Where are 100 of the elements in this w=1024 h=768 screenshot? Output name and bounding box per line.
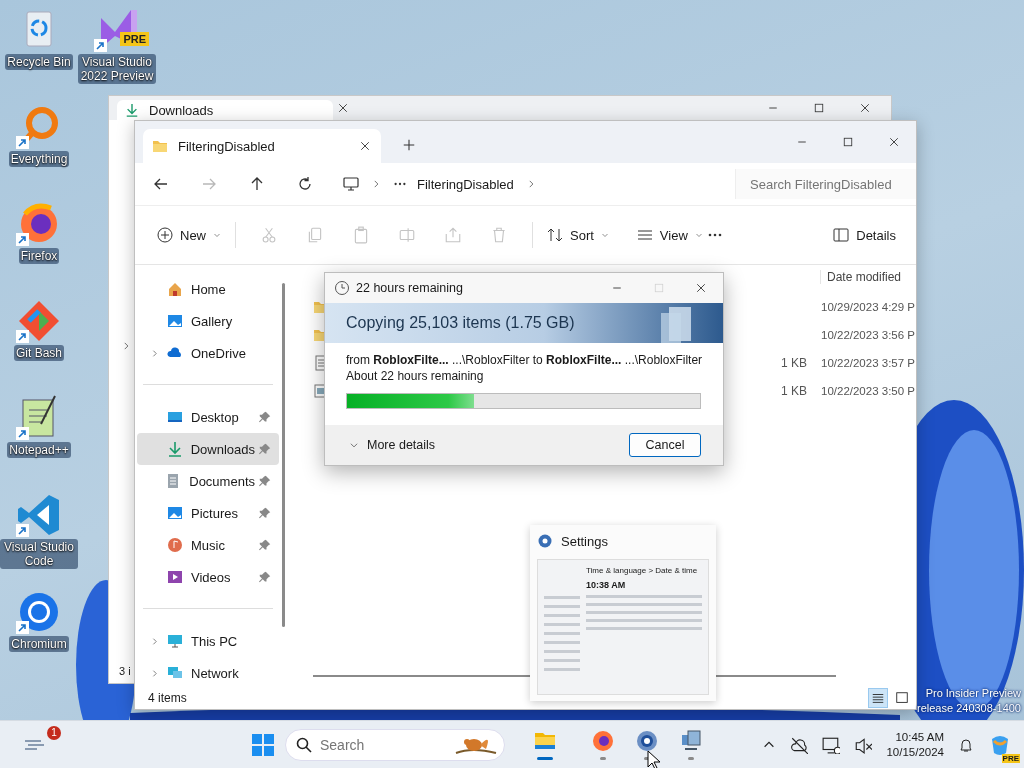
close-icon[interactable] bbox=[695, 282, 707, 294]
table-cell: 10/22/2023 3:50 P bbox=[821, 385, 916, 397]
start-icon[interactable] bbox=[251, 732, 275, 757]
preview-title: Settings bbox=[561, 533, 608, 549]
sidebar-item[interactable]: Music bbox=[137, 529, 279, 561]
dialog-title: 22 hours remaining bbox=[356, 281, 463, 295]
cancel-button[interactable]: Cancel bbox=[629, 433, 701, 457]
search-icon bbox=[296, 736, 312, 753]
gallery-icon bbox=[167, 313, 183, 329]
desktop-icon-label[interactable]: Firefox bbox=[18, 248, 60, 264]
table-cell-text: 1 KB bbox=[780, 356, 807, 370]
plus-icon[interactable] bbox=[402, 138, 416, 152]
close-icon[interactable] bbox=[359, 140, 371, 152]
desktop-icon-label[interactable]: Recycle Bin bbox=[5, 54, 73, 70]
caret-icon bbox=[694, 231, 703, 239]
details-button[interactable]: Details bbox=[829, 219, 900, 251]
sort-button[interactable]: Sort bbox=[543, 219, 613, 251]
clock[interactable]: 10:45 AM 10/15/2024 bbox=[886, 729, 944, 760]
monitor-icon[interactable] bbox=[822, 735, 841, 754]
search-bar[interactable]: Search bbox=[285, 728, 505, 761]
close-icon[interactable] bbox=[859, 102, 871, 114]
sort-icon bbox=[547, 227, 563, 243]
download-icon bbox=[166, 441, 183, 457]
list-icon bbox=[636, 227, 653, 243]
chevron-icon[interactable] bbox=[121, 341, 131, 351]
close-icon[interactable] bbox=[888, 136, 900, 148]
clock-icon bbox=[334, 280, 350, 296]
download-icon bbox=[125, 103, 139, 117]
watermark-text: Pro Insider Preview bbox=[925, 686, 1021, 701]
more-details-button[interactable]: More details bbox=[349, 438, 436, 452]
picture-icon bbox=[167, 505, 183, 521]
folder-icon bbox=[151, 138, 169, 154]
table-cell-text: 1 KB bbox=[780, 384, 807, 398]
desktop-icon-label[interactable]: Everything bbox=[8, 151, 70, 167]
cloud-off-icon[interactable] bbox=[790, 735, 809, 754]
window-tab[interactable]: FilteringDisabled bbox=[143, 129, 381, 163]
copy-status-text: About 22 hours remaining bbox=[346, 368, 485, 384]
sidebar-item[interactable]: Downloads bbox=[137, 433, 279, 465]
desktop-icon-label[interactable]: Notepad++ bbox=[7, 442, 71, 458]
details-view-icon bbox=[871, 691, 885, 705]
copy-path-text: from RobloxFilte... ...\RobloxFilter to RobloxFilte... ...\RobloxFilter bbox=[346, 352, 701, 368]
desktop-icon-label[interactable]: Git Bash bbox=[14, 345, 64, 361]
caret-icon bbox=[213, 231, 221, 239]
window-thumbnail[interactable]: Time & language > Date & time 10:38 AM bbox=[537, 559, 709, 695]
new-button[interactable]: New bbox=[153, 219, 225, 251]
caret-icon bbox=[349, 440, 359, 450]
wind-lines-icon bbox=[24, 739, 45, 750]
computer-icon bbox=[679, 729, 703, 753]
status-text: 3 i bbox=[119, 665, 131, 677]
sidebar-item[interactable]: OneDrive bbox=[137, 337, 279, 369]
sidebar-item[interactable]: Desktop bbox=[137, 401, 279, 433]
monitor-icon[interactable] bbox=[343, 176, 359, 192]
window-tab[interactable]: Downloads bbox=[117, 100, 333, 120]
desktop-icon-label[interactable]: Visual Studio Code bbox=[0, 539, 78, 569]
sidebar-item[interactable]: Network bbox=[137, 657, 279, 689]
table-cell: 10/22/2023 3:57 P bbox=[821, 357, 916, 369]
maximize-icon[interactable] bbox=[842, 136, 854, 148]
table-cell: 10/29/2023 4:29 P bbox=[821, 301, 916, 313]
caret-icon bbox=[600, 231, 609, 239]
thumbnail-text: 10:38 AM bbox=[586, 580, 627, 590]
sidebar-item[interactable]: This PC bbox=[137, 625, 279, 657]
refresh-icon[interactable] bbox=[297, 176, 313, 192]
firefox-icon bbox=[591, 729, 615, 753]
sidebar-item[interactable]: Home bbox=[137, 273, 279, 305]
up-arrow-icon[interactable] bbox=[249, 176, 265, 192]
sidebar-item[interactable]: Videos bbox=[137, 561, 279, 593]
view-button[interactable]: View bbox=[632, 219, 707, 251]
sidebar-item[interactable]: Documents bbox=[137, 465, 279, 497]
desktop-icon bbox=[167, 409, 183, 425]
mouse-pointer-icon bbox=[647, 750, 661, 768]
music-icon bbox=[167, 537, 183, 553]
gear-icon[interactable] bbox=[537, 533, 553, 549]
sidebar-item[interactable]: Gallery bbox=[137, 305, 279, 337]
details-view-button[interactable] bbox=[868, 688, 888, 708]
back-arrow-icon[interactable] bbox=[153, 176, 169, 192]
thumbnail-text: Time & language > Date & time bbox=[586, 566, 699, 575]
home-icon bbox=[167, 281, 183, 297]
search-field[interactable]: Search FilteringDisabled bbox=[735, 169, 916, 199]
bell-icon[interactable] bbox=[958, 736, 974, 753]
maximize-icon[interactable] bbox=[813, 102, 825, 114]
breadcrumb-item[interactable]: FilteringDisabled bbox=[417, 176, 514, 192]
status-text: 4 items bbox=[148, 691, 187, 705]
watermark-text: release 240308-1400 bbox=[917, 701, 1021, 716]
plus-circle-icon bbox=[157, 227, 173, 243]
speaker-muted-icon[interactable] bbox=[854, 735, 873, 754]
computer-icon bbox=[167, 633, 183, 649]
chevron-icon[interactable] bbox=[371, 179, 381, 189]
column-header[interactable]: Date modified bbox=[820, 270, 916, 284]
desktop-icon-label[interactable]: Chromium bbox=[9, 636, 69, 652]
close-icon[interactable] bbox=[337, 102, 349, 114]
network-icon bbox=[167, 665, 183, 681]
table-cell: 10/22/2023 3:56 P bbox=[821, 329, 916, 341]
preview-badge: PRE bbox=[1001, 753, 1020, 763]
tiles-view-icon bbox=[895, 691, 909, 705]
search-field[interactable]: Search bbox=[320, 736, 430, 753]
notification-badge: 1 bbox=[47, 725, 61, 740]
dialog-heading: Copying 25,103 items (1.75 GB) bbox=[346, 314, 575, 332]
sidebar-item[interactable]: Pictures bbox=[137, 497, 279, 529]
desktop-icon-label[interactable]: Visual Studio 2022 Preview bbox=[78, 54, 156, 84]
video-icon bbox=[167, 569, 183, 585]
